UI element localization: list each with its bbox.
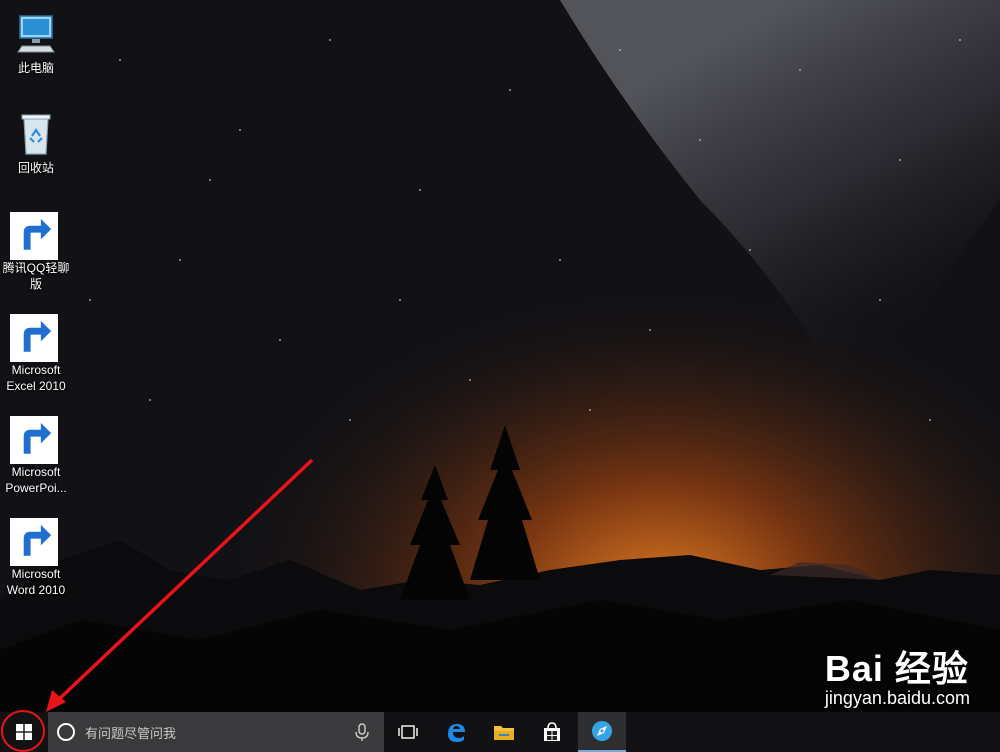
desktop-icon-label: Microsoft PowerPoi... [5,465,67,495]
desktop-icon-recycle-bin[interactable]: 回收站 [0,110,72,176]
computer-icon [12,10,60,58]
edge-icon [448,724,465,742]
desktop-icon-this-pc[interactable]: 此电脑 [0,10,72,76]
file-explorer-icon [494,726,514,740]
desktop-icon-label: 回收站 [17,161,54,175]
task-view-button[interactable] [384,712,432,752]
desktop-icon-label: 此电脑 [17,61,54,75]
edge-button[interactable] [432,712,480,752]
windows-logo-icon [16,724,32,740]
word-icon [10,516,60,566]
search-box[interactable]: 有问题尽管问我 [48,712,384,752]
microphone-icon[interactable] [352,722,372,742]
qq-penguin-icon [10,210,60,260]
excel-icon [10,312,60,362]
search-placeholder: 有问题尽管问我 [85,725,177,741]
desktop[interactable]: 此电脑 回收站 腾讯QQ轻聊版 Microsoft Excel 2010 Mic… [0,0,1000,712]
desktop-icon-excel[interactable]: Microsoft Excel 2010 [0,312,72,394]
browser-icon [592,721,612,741]
watermark-url: jingyan.baidu.com [824,688,970,708]
wallpaper-night-sky [0,0,1000,712]
start-button[interactable] [0,712,48,752]
taskbar: 有问题尽管问我 [0,712,1000,752]
browser-button[interactable] [578,712,626,752]
recycle-bin-icon [12,110,60,158]
baidu-jingyan-watermark: Bai 经验 jingyan.baidu.com [825,640,970,709]
task-view-icon [398,725,418,739]
desktop-icon-label: Microsoft Word 2010 [6,567,66,597]
watermark-logo: Bai 经验 [824,648,969,689]
shortcut-arrow-icon [10,314,58,362]
store-icon [544,722,560,741]
shortcut-arrow-icon [10,212,58,260]
cortana-icon [57,723,75,741]
desktop-icon-powerpoint[interactable]: Microsoft PowerPoi... [0,414,72,496]
desktop-icon-word[interactable]: Microsoft Word 2010 [0,516,72,598]
desktop-icon-qq[interactable]: 腾讯QQ轻聊版 [0,210,72,292]
desktop-icon-label: Microsoft Excel 2010 [6,363,66,393]
powerpoint-icon [10,414,60,464]
desktop-icon-label: 腾讯QQ轻聊版 [2,261,70,291]
file-explorer-button[interactable] [480,712,528,752]
store-button[interactable] [528,712,576,752]
shortcut-arrow-icon [10,518,58,566]
shortcut-arrow-icon [10,416,58,464]
